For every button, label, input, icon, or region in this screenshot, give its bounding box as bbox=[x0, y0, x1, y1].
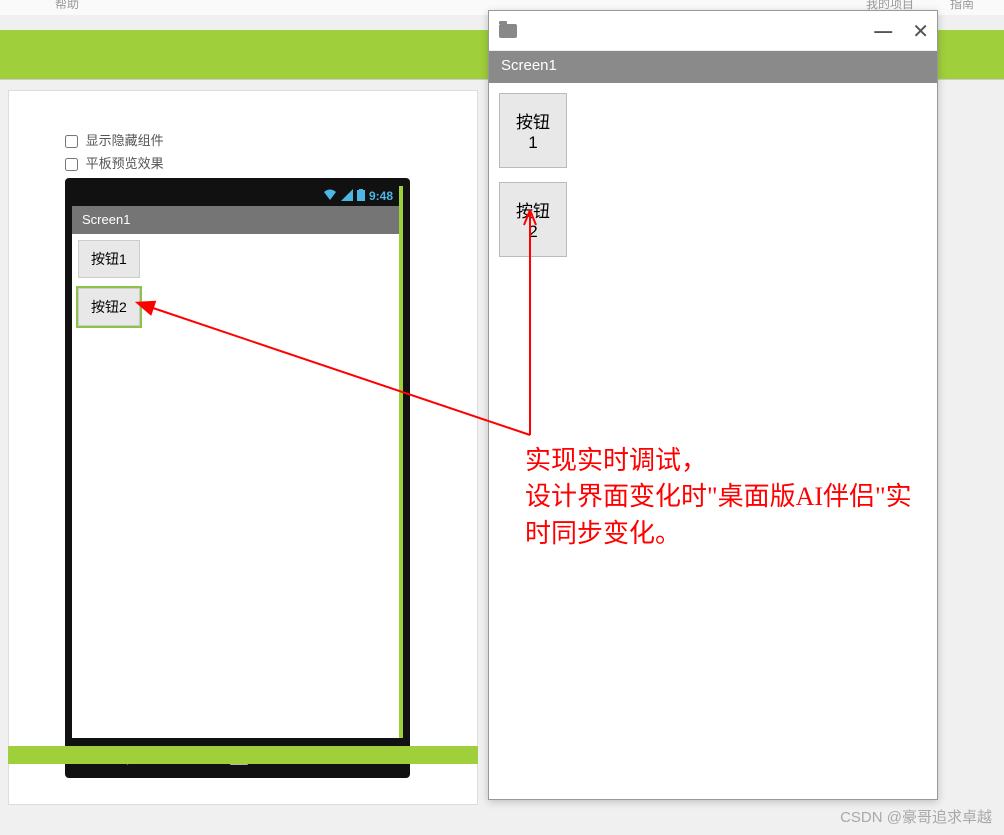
phone-screen: 9:48 Screen1 按钮1 按钮2 bbox=[72, 186, 403, 738]
preview-options: 显示隐藏组件 平板预览效果 bbox=[65, 130, 465, 172]
designer-button-2[interactable]: 按钮2 bbox=[78, 288, 140, 326]
window-titlebar[interactable]: — ✕ bbox=[489, 11, 937, 51]
status-clock: 9:48 bbox=[369, 189, 393, 203]
checkbox-show-hidden[interactable] bbox=[65, 135, 78, 148]
companion-button-2[interactable]: 按钮2 bbox=[499, 182, 567, 257]
checkbox-tablet-preview-text: 平板预览效果 bbox=[86, 156, 164, 171]
battery-icon bbox=[357, 189, 365, 204]
checkbox-show-hidden-label[interactable]: 显示隐藏组件 bbox=[65, 130, 465, 149]
designer-button-1[interactable]: 按钮1 bbox=[78, 240, 140, 278]
status-bar: 9:48 bbox=[72, 186, 399, 206]
signal-icon bbox=[341, 189, 353, 204]
green-strip-bottom bbox=[8, 746, 478, 764]
checkbox-tablet-preview[interactable] bbox=[65, 158, 78, 171]
wifi-icon bbox=[323, 189, 337, 204]
phone-mockup: 9:48 Screen1 按钮1 按钮2 bbox=[65, 178, 410, 778]
companion-button-1[interactable]: 按钮1 bbox=[499, 93, 567, 168]
companion-screen-title: Screen1 bbox=[489, 51, 937, 83]
watermark: CSDN @豪哥追求卓越 bbox=[840, 806, 992, 827]
folder-icon bbox=[499, 24, 517, 38]
companion-window: — ✕ Screen1 按钮1 按钮2 bbox=[488, 10, 938, 800]
menu-help[interactable]: 帮助 bbox=[55, 0, 79, 12]
companion-content: 按钮1 按钮2 bbox=[489, 83, 937, 281]
window-controls: — ✕ bbox=[874, 19, 929, 44]
close-button[interactable]: ✕ bbox=[912, 19, 929, 44]
checkbox-tablet-preview-label[interactable]: 平板预览效果 bbox=[65, 153, 465, 172]
minimize-button[interactable]: — bbox=[874, 21, 892, 42]
annotation-text: 实现实时调试， 设计界面变化时"桌面版AI伴侣"实时同步变化。 bbox=[525, 443, 935, 552]
phone-content[interactable]: 按钮1 按钮2 bbox=[72, 234, 399, 342]
menu-guide[interactable]: 指南 bbox=[950, 0, 974, 12]
designer-panel: 显示隐藏组件 平板预览效果 9:48 Screen1 bbox=[65, 130, 465, 778]
checkbox-show-hidden-text: 显示隐藏组件 bbox=[86, 133, 164, 148]
designer-screen-title: Screen1 bbox=[72, 206, 399, 234]
